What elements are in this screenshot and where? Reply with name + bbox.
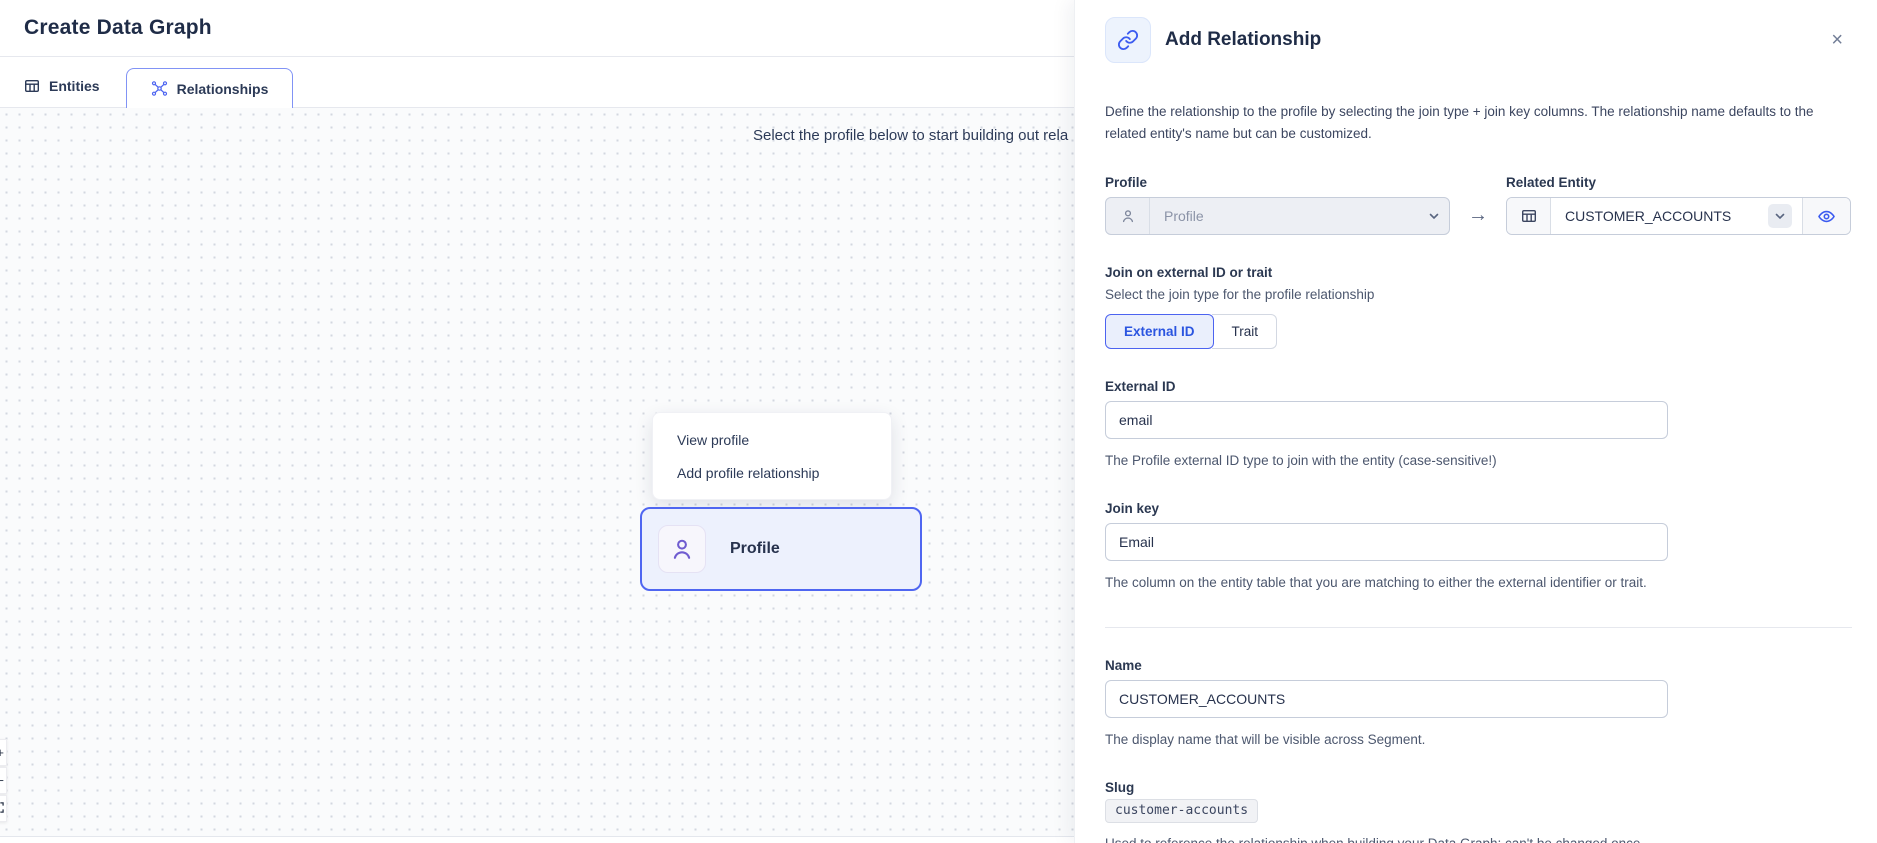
- panel-title: Add Relationship: [1165, 29, 1809, 51]
- slug-label: Slug: [1105, 780, 1851, 795]
- tab-label-relationships: Relationships: [177, 81, 269, 97]
- join-type-label: Join on external ID or trait: [1105, 265, 1851, 280]
- zoom-out-button[interactable]: −: [0, 767, 7, 794]
- tab-entities[interactable]: Entities: [18, 78, 126, 107]
- profile-select[interactable]: Profile: [1105, 197, 1450, 235]
- external-id-help: The Profile external ID type to join wit…: [1105, 450, 1685, 471]
- link-icon: [1105, 17, 1151, 63]
- slug-section: Slug customer-accounts Used to reference…: [1105, 780, 1851, 843]
- tab-label-entities: Entities: [49, 78, 100, 94]
- toggle-external-id[interactable]: External ID: [1105, 314, 1214, 349]
- external-id-label: External ID: [1105, 379, 1851, 394]
- menu-item-add-profile-relationship[interactable]: Add profile relationship: [653, 456, 891, 489]
- name-help: The display name that will be visible ac…: [1105, 729, 1685, 750]
- app: Create Data Graph Entities: [0, 0, 1877, 843]
- profile-select-value: Profile: [1150, 198, 1419, 234]
- add-relationship-panel: Add Relationship × Define the relationsh…: [1074, 0, 1877, 843]
- person-icon: [658, 525, 706, 573]
- chevron-down-icon: [1419, 198, 1449, 234]
- person-icon: [1106, 198, 1150, 234]
- table-icon: [24, 78, 40, 94]
- related-entity-label: Related Entity: [1506, 175, 1851, 190]
- canvas-zoom-controls: + −: [0, 739, 7, 822]
- join-key-help: The column on the entity table that you …: [1105, 572, 1685, 593]
- related-entity-select[interactable]: CUSTOMER_ACCOUNTS: [1506, 197, 1851, 235]
- tab-relationships[interactable]: Relationships: [126, 68, 294, 108]
- slug-chip-wrap: customer-accounts: [1105, 800, 1851, 823]
- arrow-right-icon: →: [1450, 204, 1506, 235]
- page-title: Create Data Graph: [24, 16, 212, 40]
- join-type-section: Join on external ID or trait Select the …: [1105, 265, 1851, 349]
- table-icon: [1507, 198, 1551, 234]
- join-type-sublabel: Select the join type for the profile rel…: [1105, 287, 1851, 302]
- relationships-graph-icon: [151, 80, 168, 97]
- profile-entity-row: Profile Profile → Related Ent: [1105, 175, 1851, 235]
- join-key-label: Join key: [1105, 501, 1851, 516]
- node-context-menu: View profile Add profile relationship: [652, 412, 892, 500]
- profile-node-label: Profile: [730, 540, 780, 558]
- canvas-hint: Select the profile below to start buildi…: [753, 127, 1068, 144]
- menu-item-view-profile[interactable]: View profile: [653, 423, 891, 456]
- name-label: Name: [1105, 658, 1851, 673]
- eye-icon[interactable]: [1802, 198, 1850, 234]
- slug-help: Used to reference the relationship when …: [1105, 833, 1650, 843]
- chevron-down-icon: [1768, 204, 1792, 228]
- external-id-input[interactable]: [1105, 401, 1668, 439]
- close-icon[interactable]: ×: [1823, 26, 1851, 54]
- join-key-input[interactable]: [1105, 523, 1668, 561]
- section-divider: [1105, 627, 1852, 628]
- panel-header: Add Relationship ×: [1105, 17, 1851, 63]
- name-section: Name The display name that will be visib…: [1105, 658, 1851, 750]
- slug-value: customer-accounts: [1105, 799, 1258, 823]
- zoom-in-button[interactable]: +: [0, 739, 7, 766]
- join-key-section: Join key The column on the entity table …: [1105, 501, 1851, 593]
- profile-label: Profile: [1105, 175, 1450, 190]
- fit-view-button[interactable]: [0, 795, 7, 822]
- name-input[interactable]: [1105, 680, 1668, 718]
- related-entity-value: CUSTOMER_ACCOUNTS: [1551, 198, 1768, 234]
- external-id-section: External ID The Profile external ID type…: [1105, 379, 1851, 471]
- panel-description: Define the relationship to the profile b…: [1105, 101, 1851, 145]
- profile-node[interactable]: Profile: [640, 507, 922, 591]
- join-type-toggle: External ID Trait: [1105, 314, 1277, 349]
- toggle-trait[interactable]: Trait: [1212, 314, 1278, 349]
